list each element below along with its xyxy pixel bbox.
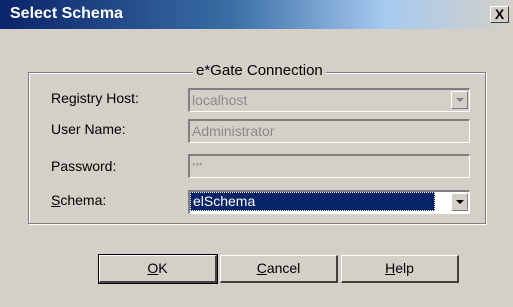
schema-dropdown[interactable]: elSchema — [188, 190, 470, 214]
chevron-down-icon[interactable] — [451, 193, 468, 211]
registry-host-label: Registry Host: — [51, 90, 139, 106]
user-name-value: Administrator — [192, 123, 275, 139]
title-bar[interactable]: Select Schema X — [0, 0, 513, 29]
password-field: *** — [188, 154, 470, 178]
window-title: Select Schema — [10, 5, 123, 22]
chevron-down-icon — [451, 91, 468, 109]
close-icon: X — [494, 6, 505, 22]
password-value: *** — [192, 161, 203, 171]
ok-mnemonic: O — [147, 260, 159, 276]
help-rest: elp — [395, 260, 414, 276]
ok-rest: K — [158, 260, 168, 276]
ok-button[interactable]: OK — [98, 254, 218, 284]
registry-host-dropdown: localhost — [188, 88, 470, 112]
schema-label-mnemonic: S — [51, 192, 61, 208]
select-schema-dialog: Select Schema X e*Gate Connection Regist… — [0, 0, 513, 307]
schema-selected-value[interactable]: elSchema — [190, 192, 435, 211]
help-button[interactable]: Help — [341, 255, 459, 283]
cancel-mnemonic: C — [256, 260, 267, 276]
cancel-rest: ancel — [266, 260, 301, 276]
schema-label: Schema: — [51, 192, 106, 208]
user-name-label: User Name: — [51, 121, 126, 137]
schema-label-rest: chema: — [60, 192, 107, 208]
password-label: Password: — [51, 158, 117, 174]
user-name-field: Administrator — [188, 119, 470, 143]
registry-host-value: localhost — [192, 92, 248, 108]
group-legend: e*Gate Connection — [193, 62, 326, 79]
cancel-button[interactable]: Cancel — [220, 255, 338, 283]
help-mnemonic: H — [385, 260, 396, 276]
close-button[interactable]: X — [490, 6, 509, 23]
